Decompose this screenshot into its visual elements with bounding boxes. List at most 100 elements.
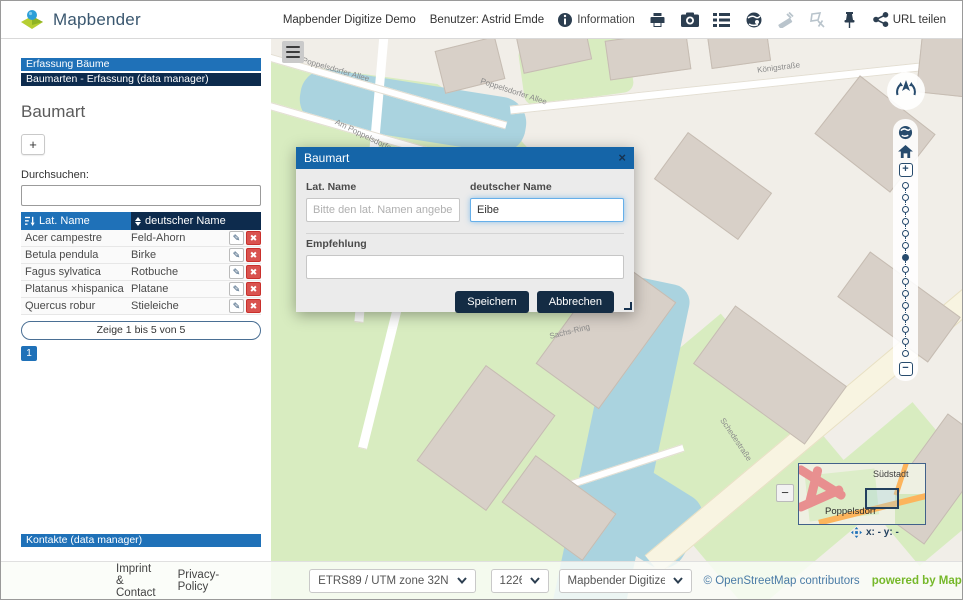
map-control-bar: + − — [893, 119, 918, 381]
edit-row-button[interactable]: ✎ — [229, 299, 244, 313]
share-url-button[interactable]: URL teilen — [873, 12, 946, 27]
print-button[interactable] — [649, 11, 667, 29]
overview-map[interactable]: Südstadt Poppelsdorf — [798, 463, 926, 525]
measure-button[interactable] — [777, 11, 795, 29]
sidebar-panel-erfassung-baeume[interactable]: Erfassung Bäume — [21, 58, 261, 71]
dialog-close-icon[interactable]: × — [618, 147, 626, 169]
table-header-deutscher-name[interactable]: deutscher Name — [131, 212, 261, 230]
zoom-slider-step[interactable] — [902, 326, 909, 333]
pushpin-icon — [843, 12, 856, 28]
search-label: Durchsuchen: — [21, 169, 261, 181]
zoom-slider[interactable] — [902, 182, 909, 357]
zoom-slider-step[interactable] — [902, 206, 909, 213]
map-canvas[interactable]: Königstraße Poppelsdorfer Allee Poppelsd… — [271, 39, 963, 600]
privacy-link[interactable]: Privacy-Policy — [178, 569, 220, 593]
overview-collapse-button[interactable]: − — [776, 484, 794, 502]
srs-globe-button[interactable] — [745, 11, 763, 29]
delete-row-button[interactable]: ✖ — [246, 299, 261, 313]
zoom-slider-handle[interactable] — [902, 254, 909, 261]
mapbender-logo-icon — [19, 8, 45, 32]
compass-rotate-control[interactable] — [887, 72, 925, 110]
sidebar-toggle-button[interactable] — [282, 41, 304, 63]
deutscher-name-label: deutscher Name — [470, 181, 624, 193]
table-header-lat-name[interactable]: Lat. Name — [21, 212, 131, 230]
deutscher-name-input[interactable] — [470, 198, 624, 222]
edit-row-button[interactable]: ✎ — [229, 265, 244, 279]
sidebar-panel-baumarten[interactable]: Baumarten - Erfassung (data manager) — [21, 73, 261, 86]
zoom-slider-step[interactable] — [902, 350, 909, 357]
edit-row-button[interactable]: ✎ — [229, 231, 244, 245]
delete-row-button[interactable]: ✖ — [246, 282, 261, 296]
hamburger-icon — [286, 46, 300, 48]
street-label-koenigstrasse: Königstraße — [757, 60, 801, 74]
edit-row-button[interactable]: ✎ — [229, 248, 244, 262]
table-row: Acer campestre Feld-Ahorn ✎ ✖ — [21, 230, 261, 247]
delete-row-button[interactable]: ✖ — [246, 265, 261, 279]
chevron-down-icon — [530, 577, 540, 584]
delete-row-button[interactable]: ✖ — [246, 248, 261, 262]
delete-row-button[interactable]: ✖ — [246, 231, 261, 245]
table-row: Platanus ×hispanica Platane ✎ ✖ — [21, 281, 261, 298]
cell-lat: Quercus robur — [21, 300, 131, 312]
camera-icon — [681, 12, 699, 27]
zoom-slider-step[interactable] — [902, 266, 909, 273]
zoom-in-button[interactable]: + — [899, 163, 913, 177]
mapbender-logo[interactable]: Mapbender — [19, 8, 141, 32]
empfehlung-input[interactable] — [306, 255, 624, 279]
pin-poi-button[interactable] — [841, 11, 859, 29]
edit-row-button[interactable]: ✎ — [229, 282, 244, 296]
zoom-slider-step[interactable] — [902, 182, 909, 189]
zoom-slider-step[interactable] — [902, 194, 909, 201]
zoom-slider-step[interactable] — [902, 242, 909, 249]
cancel-button[interactable]: Abbrechen — [537, 291, 614, 313]
dialog-divider — [306, 233, 624, 234]
zoom-slider-step[interactable] — [902, 290, 909, 297]
zoom-slider-step[interactable] — [902, 278, 909, 285]
redline-draw-button[interactable] — [809, 11, 827, 29]
scale-select[interactable]: 1226 — [491, 569, 549, 593]
footer-bar: Imprint & Contact Privacy-Policy ETRS89 … — [1, 561, 962, 599]
pagination-page-1[interactable]: 1 — [21, 346, 37, 361]
table-row: Betula pendula Birke ✎ ✖ — [21, 247, 261, 264]
compass-icon — [891, 76, 921, 106]
base-layer-globe-icon[interactable] — [898, 125, 913, 140]
lat-name-input[interactable] — [306, 198, 460, 222]
osm-attribution-link[interactable]: © OpenStreetMap contributors — [704, 575, 860, 587]
map-building — [605, 39, 692, 81]
dialog-titlebar[interactable]: Baumart × — [296, 147, 634, 169]
cell-lat: Platanus ×hispanica — [21, 283, 131, 295]
application-select[interactable]: Mapbender Digitize Demo — [559, 569, 692, 593]
search-input[interactable] — [21, 185, 261, 206]
app-title: Mapbender Digitize Demo — [283, 14, 416, 26]
page-title: Baumart — [21, 102, 261, 122]
globe-icon — [746, 12, 762, 28]
zoom-out-button[interactable]: − — [899, 362, 913, 376]
column-label-lat: Lat. Name — [39, 215, 90, 227]
srs-select[interactable]: ETRS89 / UTM zone 32N — [309, 569, 475, 593]
overview-label-suedstadt: Südstadt — [873, 469, 909, 479]
sidebar-panel-kontakte[interactable]: Kontakte (data manager) — [21, 534, 261, 547]
save-button[interactable]: Speichern — [455, 291, 529, 313]
imprint-link[interactable]: Imprint & Contact — [116, 563, 156, 599]
screenshot-button[interactable] — [681, 11, 699, 29]
zoom-slider-step[interactable] — [902, 314, 909, 321]
user-label: Benutzer: Astrid Emde — [430, 14, 544, 26]
dialog-resize-handle[interactable] — [624, 302, 632, 310]
legend-button[interactable] — [713, 11, 731, 29]
cell-de: Platane — [131, 283, 227, 295]
zoom-slider-step[interactable] — [902, 230, 909, 237]
home-extent-icon[interactable] — [898, 145, 913, 158]
add-record-button[interactable]: + — [21, 134, 45, 155]
overview-extent-rectangle[interactable] — [865, 488, 899, 509]
draw-polygon-icon — [809, 12, 826, 28]
cell-lat: Betula pendula — [21, 249, 131, 261]
mapbender-window: Königstraße Poppelsdorfer Allee Poppelsd… — [0, 0, 963, 600]
zoom-slider-step[interactable] — [902, 218, 909, 225]
sort-alpha-asc-icon — [25, 216, 35, 226]
zoom-slider-step[interactable] — [902, 338, 909, 345]
powered-by-mapbender-link[interactable]: powered by Mapbender — [872, 575, 963, 587]
info-icon — [558, 13, 572, 27]
empfehlung-label: Empfehlung — [306, 238, 624, 250]
information-button[interactable]: Information — [558, 13, 635, 27]
zoom-slider-step[interactable] — [902, 302, 909, 309]
